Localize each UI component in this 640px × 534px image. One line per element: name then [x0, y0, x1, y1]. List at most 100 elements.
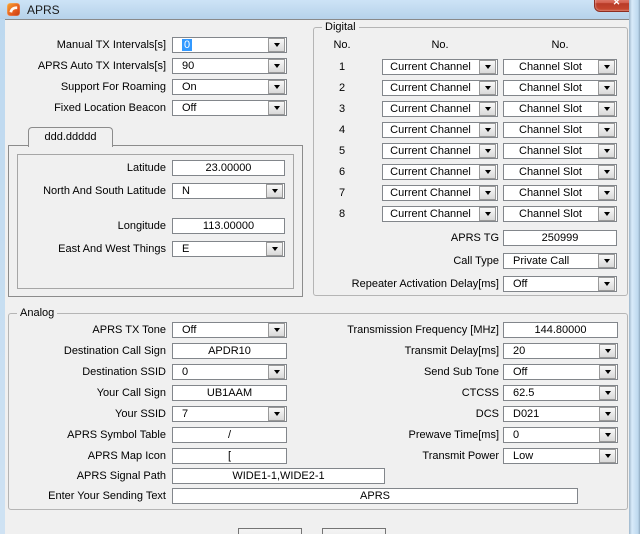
- your-ssid-combo[interactable]: 7: [172, 406, 287, 422]
- digital-row-4-slot-combo[interactable]: Channel Slot: [503, 122, 617, 138]
- destination-ssid-combo[interactable]: 0: [172, 364, 287, 380]
- title-bar[interactable]: APRS ✕: [0, 0, 640, 19]
- dropdown-arrow-icon[interactable]: [598, 207, 615, 221]
- bottom-button-left[interactable]: [238, 528, 302, 534]
- dropdown-arrow-icon[interactable]: [598, 186, 615, 200]
- send-sub-tone-combo[interactable]: Off: [503, 364, 618, 380]
- dropdown-arrow-icon[interactable]: [479, 186, 496, 200]
- repeater-activation-delay-value: Off: [504, 277, 597, 291]
- digital-row-4-channel-combo[interactable]: Current Channel: [382, 122, 498, 138]
- digital-row-7-channel-combo[interactable]: Current Channel: [382, 185, 498, 201]
- aprs-map-icon-input[interactable]: [172, 448, 287, 464]
- dropdown-arrow-icon[interactable]: [598, 144, 615, 158]
- digital-row-3-channel-combo[interactable]: Current Channel: [382, 101, 498, 117]
- tab-ddd-ddddd[interactable]: ddd.ddddd: [28, 127, 113, 147]
- dropdown-arrow-icon[interactable]: [479, 60, 496, 74]
- longitude-input[interactable]: [172, 218, 285, 234]
- digital-row-8-slot-combo[interactable]: Channel Slot: [503, 206, 617, 222]
- fixed-location-beacon-value: Off: [173, 101, 267, 115]
- repeater-activation-delay-label: Repeater Activation Delay[ms]: [330, 276, 499, 292]
- dropdown-arrow-icon[interactable]: [598, 81, 615, 95]
- transmission-frequency-input[interactable]: [503, 322, 618, 338]
- sending-text-input[interactable]: [172, 488, 578, 504]
- transmit-power-combo[interactable]: Low: [503, 448, 618, 464]
- dropdown-arrow-icon[interactable]: [479, 144, 496, 158]
- support-for-roaming-label: Support For Roaming: [8, 79, 166, 95]
- aprs-tg-input[interactable]: [503, 230, 617, 246]
- dropdown-arrow-icon[interactable]: [599, 428, 616, 442]
- dropdown-arrow-icon[interactable]: [266, 242, 283, 256]
- dropdown-arrow-icon[interactable]: [598, 60, 615, 74]
- north-south-latitude-combo[interactable]: N: [172, 183, 285, 199]
- transmit-delay-combo[interactable]: 20: [503, 343, 618, 359]
- dropdown-arrow-icon[interactable]: [479, 81, 496, 95]
- send-sub-tone-label: Send Sub Tone: [330, 364, 499, 380]
- aprs-tg-label: APRS TG: [330, 230, 499, 246]
- dropdown-arrow-icon[interactable]: [268, 59, 285, 73]
- dropdown-arrow-icon[interactable]: [268, 101, 285, 115]
- aprs-auto-tx-intervals-combo[interactable]: 90: [172, 58, 287, 74]
- dropdown-arrow-icon[interactable]: [598, 165, 615, 179]
- dropdown-arrow-icon[interactable]: [268, 323, 285, 337]
- channel-value: Current Channel: [383, 123, 478, 137]
- latitude-input[interactable]: [172, 160, 285, 176]
- call-type-combo[interactable]: Private Call: [503, 253, 617, 269]
- dropdown-arrow-icon[interactable]: [599, 449, 616, 463]
- aprs-symbol-table-label: APRS Symbol Table: [8, 427, 166, 443]
- dropdown-arrow-icon[interactable]: [599, 407, 616, 421]
- channel-value: Current Channel: [383, 144, 478, 158]
- digital-row-5-slot-combo[interactable]: Channel Slot: [503, 143, 617, 159]
- digital-row-2-slot-combo[interactable]: Channel Slot: [503, 80, 617, 96]
- dropdown-arrow-icon[interactable]: [268, 38, 285, 52]
- dropdown-arrow-icon[interactable]: [598, 123, 615, 137]
- transmit-power-value: Low: [504, 449, 598, 463]
- destination-call-sign-input[interactable]: [172, 343, 287, 359]
- dcs-combo[interactable]: D021: [503, 406, 618, 422]
- dropdown-arrow-icon[interactable]: [598, 277, 615, 291]
- dropdown-arrow-icon[interactable]: [479, 207, 496, 221]
- dropdown-arrow-icon[interactable]: [268, 80, 285, 94]
- digital-row-8-channel-combo[interactable]: Current Channel: [382, 206, 498, 222]
- digital-row-1-channel-combo[interactable]: Current Channel: [382, 59, 498, 75]
- digital-row-6-slot-combo[interactable]: Channel Slot: [503, 164, 617, 180]
- dropdown-arrow-icon[interactable]: [479, 102, 496, 116]
- dropdown-arrow-icon[interactable]: [479, 165, 496, 179]
- dropdown-arrow-icon[interactable]: [268, 407, 285, 421]
- bottom-button-right[interactable]: [322, 528, 386, 534]
- aprs-symbol-table-input[interactable]: [172, 427, 287, 443]
- fixed-location-beacon-label: Fixed Location Beacon: [8, 100, 166, 116]
- digital-col-header-channel: No.: [382, 38, 498, 52]
- support-for-roaming-combo[interactable]: On: [172, 79, 287, 95]
- digital-row-3-slot-combo[interactable]: Channel Slot: [503, 101, 617, 117]
- dropdown-arrow-icon[interactable]: [599, 386, 616, 400]
- manual-tx-intervals-combo[interactable]: 0: [172, 37, 287, 53]
- prewave-time-label: Prewave Time[ms]: [330, 427, 499, 443]
- your-call-sign-input[interactable]: [172, 385, 287, 401]
- digital-row-num: 4: [322, 122, 362, 138]
- digital-row-6-channel-combo[interactable]: Current Channel: [382, 164, 498, 180]
- destination-ssid-label: Destination SSID: [8, 364, 166, 380]
- east-west-combo[interactable]: E: [172, 241, 285, 257]
- aprs-tx-tone-combo[interactable]: Off: [172, 322, 287, 338]
- digital-row-7-slot-combo[interactable]: Channel Slot: [503, 185, 617, 201]
- dropdown-arrow-icon[interactable]: [598, 102, 615, 116]
- aprs-signal-path-input[interactable]: [172, 468, 385, 484]
- slot-value: Channel Slot: [504, 60, 597, 74]
- digital-row-num: 8: [322, 206, 362, 222]
- your-ssid-label: Your SSID: [8, 406, 166, 422]
- prewave-time-combo[interactable]: 0: [503, 427, 618, 443]
- digital-row-2-channel-combo[interactable]: Current Channel: [382, 80, 498, 96]
- dropdown-arrow-icon[interactable]: [599, 365, 616, 379]
- dropdown-arrow-icon[interactable]: [599, 344, 616, 358]
- send-sub-tone-value: Off: [504, 365, 598, 379]
- fixed-location-beacon-combo[interactable]: Off: [172, 100, 287, 116]
- dropdown-arrow-icon[interactable]: [598, 254, 615, 268]
- ctcss-combo[interactable]: 62.5: [503, 385, 618, 401]
- digital-row-1-slot-combo[interactable]: Channel Slot: [503, 59, 617, 75]
- manual-tx-intervals-label: Manual TX Intervals[s]: [8, 37, 166, 53]
- dropdown-arrow-icon[interactable]: [268, 365, 285, 379]
- digital-row-5-channel-combo[interactable]: Current Channel: [382, 143, 498, 159]
- dropdown-arrow-icon[interactable]: [266, 184, 283, 198]
- repeater-activation-delay-combo[interactable]: Off: [503, 276, 617, 292]
- dropdown-arrow-icon[interactable]: [479, 123, 496, 137]
